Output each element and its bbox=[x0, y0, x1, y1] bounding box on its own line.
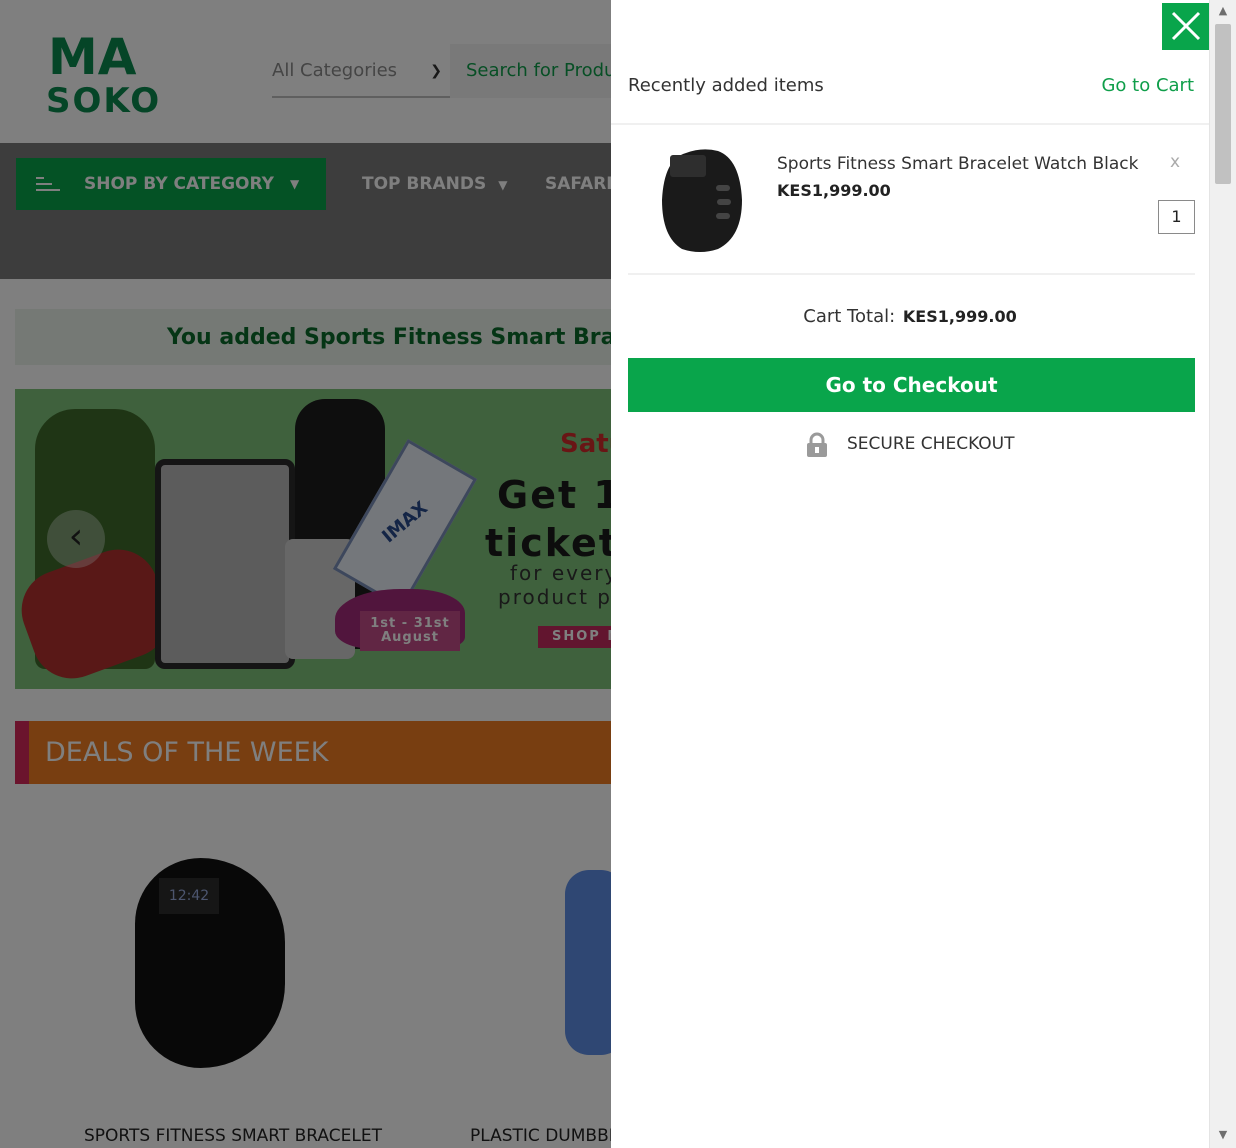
cart-item-image[interactable] bbox=[656, 145, 748, 255]
cart-total-label: Cart Total: bbox=[803, 306, 896, 327]
page-scrollbar[interactable]: ▲ ▼ bbox=[1209, 0, 1236, 1148]
smart-bracelet-icon bbox=[662, 149, 742, 252]
drawer-backdrop[interactable] bbox=[0, 0, 611, 1148]
cart-drawer: Recently added items Go to Cart Sports F… bbox=[611, 0, 1210, 1148]
secure-checkout-label: SECURE CHECKOUT bbox=[847, 434, 1015, 454]
recently-added-title: Recently added items bbox=[628, 75, 824, 96]
close-icon bbox=[1171, 11, 1201, 41]
scroll-down-arrow-icon[interactable]: ▼ bbox=[1210, 1126, 1236, 1144]
cart-item-price: KES1,999.00 bbox=[777, 181, 891, 200]
page: MA SOKO All Categories ❯ Search for Prod… bbox=[0, 0, 1236, 1148]
remove-item-button[interactable]: x bbox=[1170, 152, 1180, 172]
go-to-checkout-button[interactable]: Go to Checkout bbox=[628, 358, 1195, 412]
go-to-cart-link[interactable]: Go to Cart bbox=[1101, 75, 1194, 96]
scrollbar-thumb[interactable] bbox=[1215, 24, 1231, 184]
cart-item: Sports Fitness Smart Bracelet Watch Blac… bbox=[628, 125, 1195, 275]
cart-total-value: KES1,999.00 bbox=[902, 307, 1017, 326]
scroll-up-arrow-icon[interactable]: ▲ bbox=[1210, 2, 1236, 20]
lock-icon bbox=[807, 432, 827, 457]
close-drawer-button[interactable] bbox=[1162, 3, 1210, 50]
quantity-input[interactable]: 1 bbox=[1158, 200, 1195, 234]
cart-item-name[interactable]: Sports Fitness Smart Bracelet Watch Blac… bbox=[777, 154, 1138, 174]
cart-total: Cart Total: KES1,999.00 bbox=[611, 306, 1209, 327]
